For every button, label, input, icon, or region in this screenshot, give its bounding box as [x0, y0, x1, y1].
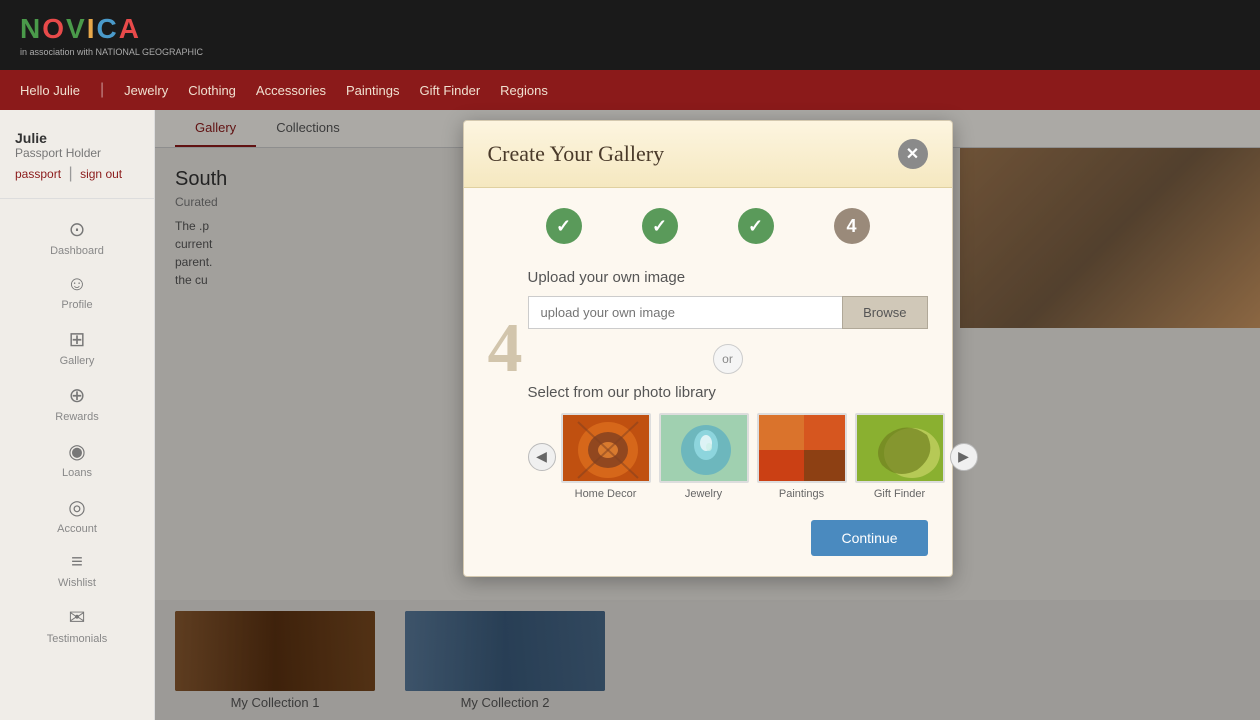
photo-library: ◀: [528, 413, 928, 500]
header: NOVICA in association with NATIONAL GEOG…: [0, 0, 1260, 70]
rewards-icon: ⊕: [69, 383, 86, 408]
home-decor-label: Home Decor: [575, 488, 637, 500]
step4-big-number: 4: [488, 309, 523, 389]
user-name: Julie: [15, 130, 139, 146]
modal-header: Create Your Gallery ✕: [464, 121, 952, 188]
sidebar-item-testimonials[interactable]: ✉ Testimonials: [0, 597, 154, 653]
modal-title: Create Your Gallery: [488, 141, 665, 167]
sidebar-item-account[interactable]: ◎ Account: [0, 487, 154, 543]
sidebar-item-gallery[interactable]: ⊞ Gallery: [0, 319, 154, 375]
nav-regions[interactable]: Regions: [500, 83, 548, 98]
library-label: Select from our photo library: [528, 384, 928, 401]
modal-close-button[interactable]: ✕: [898, 139, 928, 169]
passport-link[interactable]: passport: [15, 167, 61, 181]
sidebar-label-dashboard: Dashboard: [50, 245, 104, 257]
navbar: Hello Julie | Jewelry Clothing Accessori…: [0, 70, 1260, 110]
dashboard-icon: ⊙: [69, 217, 86, 242]
next-arrow[interactable]: ▶: [950, 443, 978, 471]
sidebar-item-loans[interactable]: ◉ Loans: [0, 431, 154, 487]
sidebar-label-profile: Profile: [61, 299, 92, 311]
continue-row: Continue: [464, 520, 952, 556]
steps-row: ✓ ✓ ✓ 4: [464, 188, 952, 259]
paintings-label: Paintings: [779, 488, 824, 500]
content-area: Gallery Collections South Curated The .p…: [155, 110, 1260, 720]
nav-paintings[interactable]: Paintings: [346, 83, 399, 98]
photo-thumb-home-decor: [561, 413, 651, 483]
nav-divider: |: [100, 81, 104, 99]
logo-sub: in association with NATIONAL GEOGRAPHIC: [20, 47, 203, 57]
signout-link[interactable]: sign out: [80, 167, 122, 181]
or-circle: or: [713, 344, 743, 374]
photo-item-home-decor[interactable]: Home Decor: [561, 413, 651, 500]
photo-thumb-gift-finder: [855, 413, 945, 483]
wishlist-icon: ≡: [71, 551, 83, 574]
step-4: 4: [834, 208, 870, 244]
browse-button[interactable]: Browse: [842, 296, 927, 329]
user-role: Passport Holder: [15, 146, 139, 160]
logo-area: NOVICA in association with NATIONAL GEOG…: [20, 13, 203, 57]
upload-section: Upload your own image Browse or Select f…: [528, 269, 928, 500]
photo-thumb-jewelry: [659, 413, 749, 483]
gallery-icon: ⊞: [69, 327, 86, 352]
prev-arrow[interactable]: ◀: [528, 443, 556, 471]
photo-grid: Home Decor: [561, 413, 945, 500]
sidebar-label-loans: Loans: [62, 467, 92, 479]
nav-gift-finder[interactable]: Gift Finder: [419, 83, 480, 98]
sidebar-item-wishlist[interactable]: ≡ Wishlist: [0, 543, 154, 597]
greeting: Hello Julie: [20, 83, 80, 98]
photo-thumb-paintings: [757, 413, 847, 483]
photo-item-gift-finder[interactable]: Gift Finder: [855, 413, 945, 500]
sidebar-label-rewards: Rewards: [55, 411, 98, 423]
upload-row: Browse: [528, 296, 928, 329]
sidebar-label-testimonials: Testimonials: [47, 633, 108, 645]
user-links: passport | sign out: [15, 165, 139, 183]
sidebar-item-rewards[interactable]: ⊕ Rewards: [0, 375, 154, 431]
sidebar: Julie Passport Holder passport | sign ou…: [0, 110, 155, 720]
upload-label: Upload your own image: [528, 269, 928, 286]
step-1: ✓: [546, 208, 582, 244]
main-layout: Julie Passport Holder passport | sign ou…: [0, 110, 1260, 720]
gift-finder-label: Gift Finder: [874, 488, 925, 500]
sidebar-label-account: Account: [57, 523, 97, 535]
sidebar-item-dashboard[interactable]: ⊙ Dashboard: [0, 209, 154, 265]
photo-item-jewelry[interactable]: Jewelry: [659, 413, 749, 500]
account-icon: ◎: [68, 495, 85, 520]
sidebar-item-profile[interactable]: ☺ Profile: [0, 265, 154, 319]
continue-button[interactable]: Continue: [811, 520, 927, 556]
step-2: ✓: [642, 208, 678, 244]
nav-jewelry[interactable]: Jewelry: [124, 83, 168, 98]
or-divider: or: [528, 344, 928, 374]
step-3: ✓: [738, 208, 774, 244]
nav-accessories[interactable]: Accessories: [256, 83, 326, 98]
profile-icon: ☺: [67, 273, 87, 296]
modal-overlay: Create Your Gallery ✕ ✓ ✓ ✓ 4 4 Upload y…: [155, 110, 1260, 720]
modal: Create Your Gallery ✕ ✓ ✓ ✓ 4 4 Upload y…: [463, 120, 953, 577]
testimonials-icon: ✉: [69, 605, 86, 630]
loans-icon: ◉: [68, 439, 85, 464]
user-info: Julie Passport Holder passport | sign ou…: [0, 125, 154, 199]
nav-clothing[interactable]: Clothing: [188, 83, 236, 98]
jewelry-label: Jewelry: [685, 488, 722, 500]
sidebar-label-wishlist: Wishlist: [58, 577, 96, 589]
logo: NOVICA: [20, 13, 203, 45]
modal-body: 4 Upload your own image Browse or Select…: [464, 259, 952, 500]
sidebar-label-gallery: Gallery: [60, 355, 95, 367]
upload-input[interactable]: [528, 296, 843, 329]
photo-item-paintings[interactable]: Paintings: [757, 413, 847, 500]
